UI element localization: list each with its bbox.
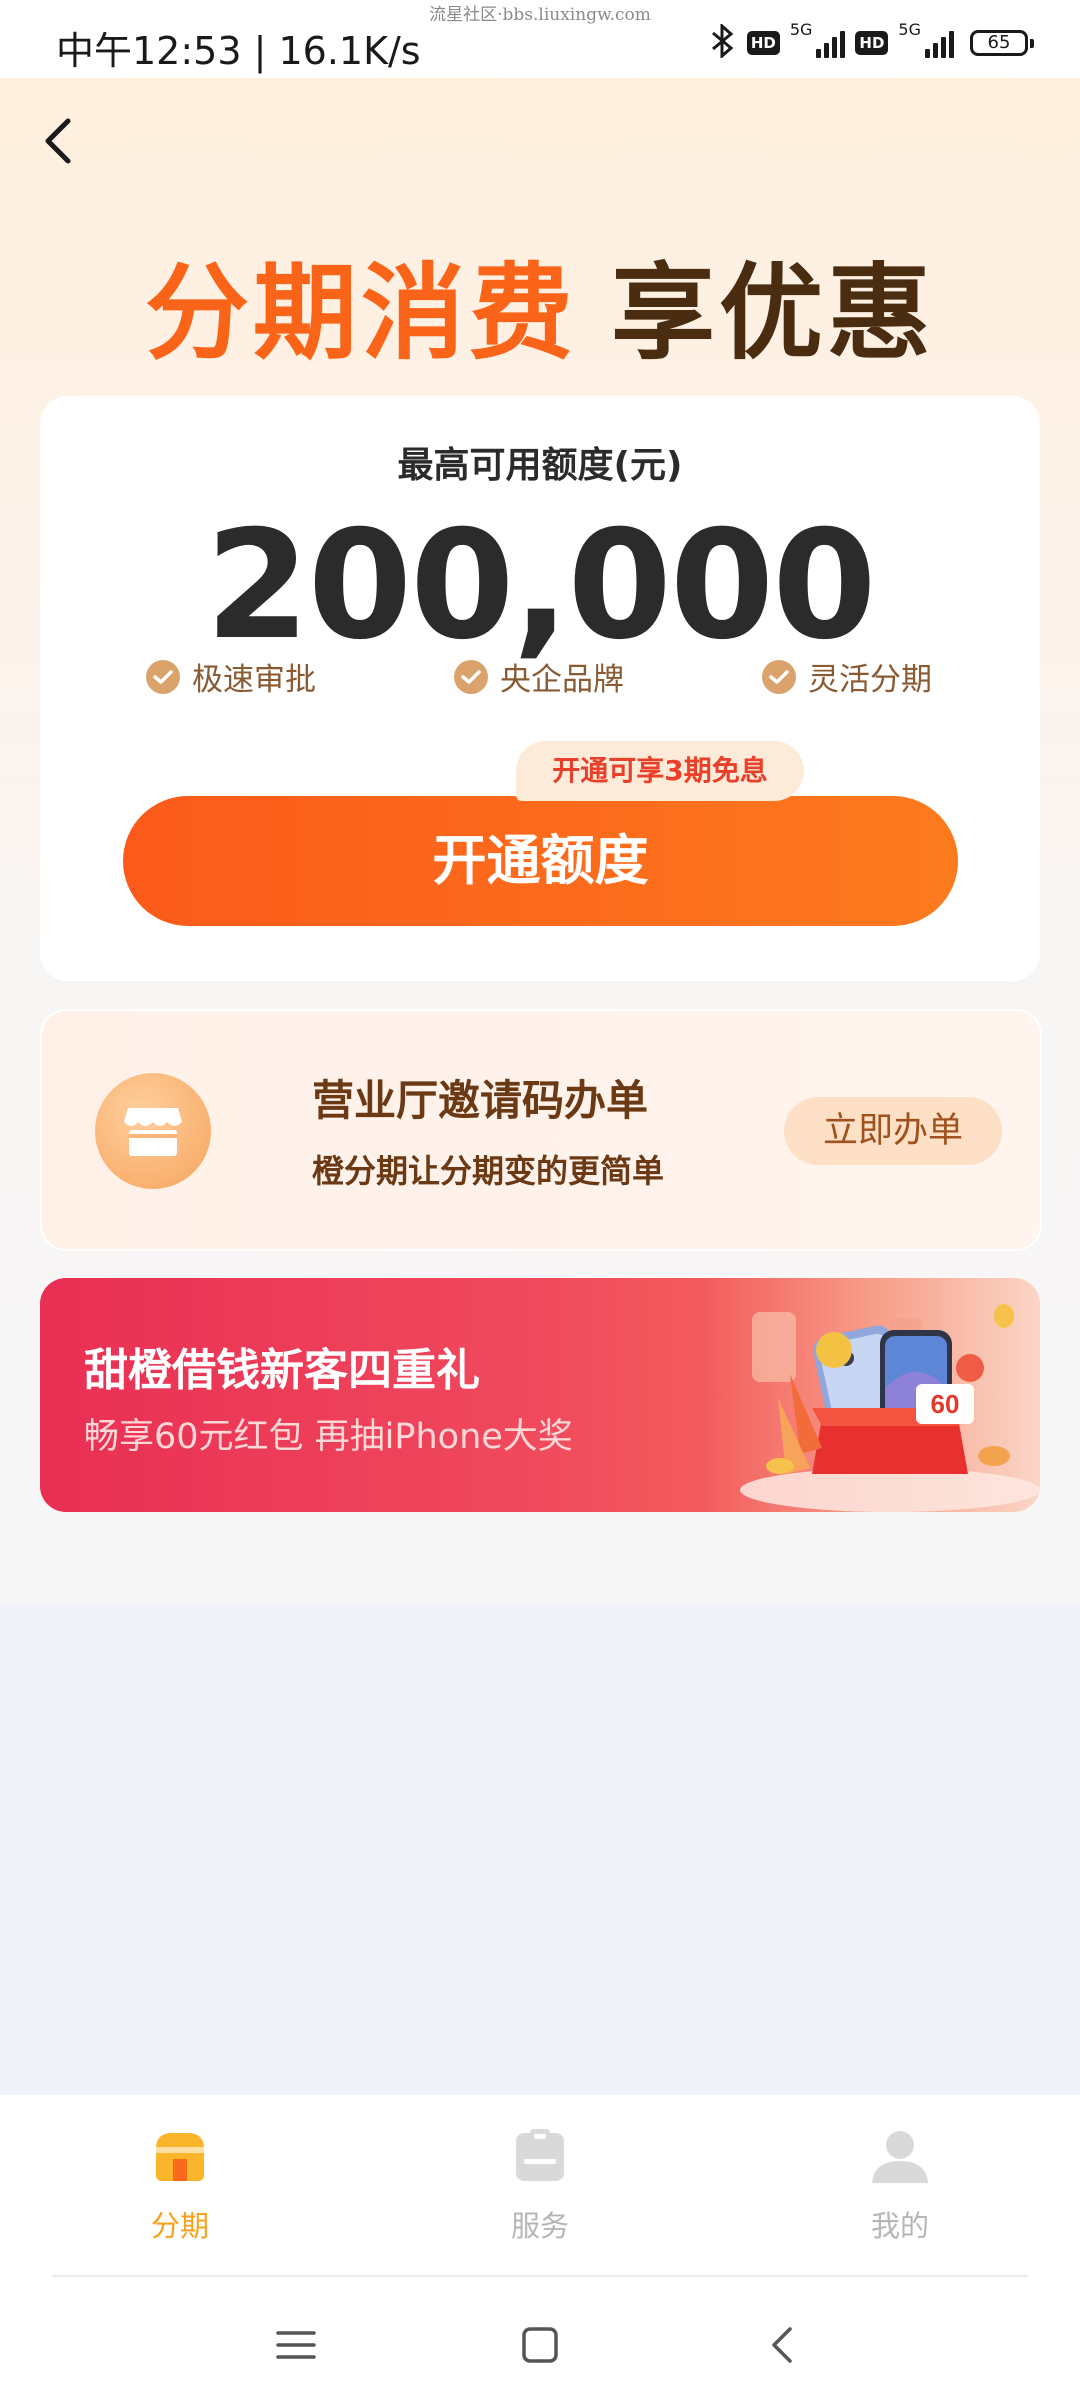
- back-button[interactable]: [30, 105, 90, 175]
- store-icon: [95, 1073, 211, 1189]
- service-icon: [516, 2129, 564, 2181]
- status-bar: 流星社区·bbs.liuxingw.com 中午12:53 | 16.1K/s …: [0, 0, 1080, 78]
- installment-icon: [156, 2133, 204, 2181]
- credit-limit-label: 最高可用额度(元): [397, 445, 683, 486]
- bluetooth-icon: [709, 22, 737, 62]
- tab-label: 我的: [870, 2209, 929, 2243]
- banner-badge-text: 60: [931, 1389, 960, 1419]
- feature-flexible-installment: 灵活分期: [762, 654, 932, 699]
- check-icon: [146, 659, 180, 694]
- system-navigation-bar: [0, 2275, 1080, 2400]
- battery-indicator: 65: [970, 30, 1034, 56]
- headline-highlight: 分期消费: [144, 252, 577, 374]
- tab-installment[interactable]: 分期: [100, 2115, 260, 2255]
- status-time: 中午12:53 | 16.1K/s: [56, 29, 421, 73]
- signal-strength-icon: [816, 28, 846, 58]
- home-square-icon: [522, 2327, 558, 2363]
- back-triangle-icon: [772, 2327, 792, 2363]
- network-type-label-2: 5G: [898, 19, 921, 39]
- feature-soe-brand: 央企品牌: [454, 654, 624, 699]
- profile-icon: [872, 2131, 928, 2183]
- nav-divider: [52, 2275, 1028, 2277]
- bottom-tab-bar: 分期 服务 我的: [0, 2095, 1080, 2275]
- system-back-button[interactable]: [754, 2315, 814, 2375]
- banner-title: 甜橙借钱新客四重礼: [84, 1345, 480, 1396]
- gift-box-phone-illustration: 60: [740, 1304, 1040, 1512]
- credit-limit-amount: 200,000: [205, 499, 876, 673]
- feature-label: 极速审批: [192, 662, 316, 698]
- tab-service[interactable]: 服务: [460, 2115, 620, 2255]
- check-icon: [762, 659, 796, 694]
- headline-rest: 享优惠: [611, 252, 936, 374]
- open-credit-button[interactable]: 开通额度: [123, 796, 958, 926]
- hd-badge: HD: [746, 31, 780, 55]
- tab-label: 服务: [510, 2209, 569, 2243]
- credit-limit-card: 最高可用额度(元) 200,000 极速审批 央企品牌 灵活分期 开通可享3期免…: [40, 396, 1040, 981]
- feature-label: 灵活分期: [808, 662, 932, 698]
- home-button[interactable]: [510, 2315, 570, 2375]
- apply-now-button[interactable]: 立即办单: [784, 1097, 1002, 1165]
- menu-button[interactable]: [266, 2315, 326, 2375]
- promo-banner[interactable]: 甜橙借钱新客四重礼 畅享60元红包 再抽iPhone大奖 60: [40, 1278, 1040, 1512]
- store-card-title: 营业厅邀请码办单: [312, 1076, 649, 1125]
- banner-subtitle: 畅享60元红包 再抽iPhone大奖: [84, 1417, 573, 1457]
- store-invite-card[interactable]: 营业厅邀请码办单 橙分期让分期变的更简单 立即办单: [40, 1009, 1042, 1251]
- feature-fast-approval: 极速审批: [146, 654, 316, 699]
- signal-strength-icon-2: [925, 28, 954, 58]
- check-icon: [454, 659, 488, 694]
- feature-label: 央企品牌: [500, 662, 624, 698]
- tab-profile[interactable]: 我的: [820, 2115, 980, 2255]
- page-headline: 分期消费 享优惠: [0, 228, 1080, 379]
- menu-icon: [276, 2331, 316, 2359]
- store-card-subtitle: 橙分期让分期变的更简单: [312, 1152, 665, 1190]
- hd-badge-2: HD: [855, 31, 889, 55]
- tab-label: 分期: [150, 2209, 209, 2243]
- status-icons: HD 5G HD 5G 65: [709, 20, 1034, 62]
- chevron-left-icon: [45, 118, 71, 164]
- network-type-label: 5G: [789, 19, 813, 39]
- promo-tag: 开通可享3期免息: [516, 741, 804, 801]
